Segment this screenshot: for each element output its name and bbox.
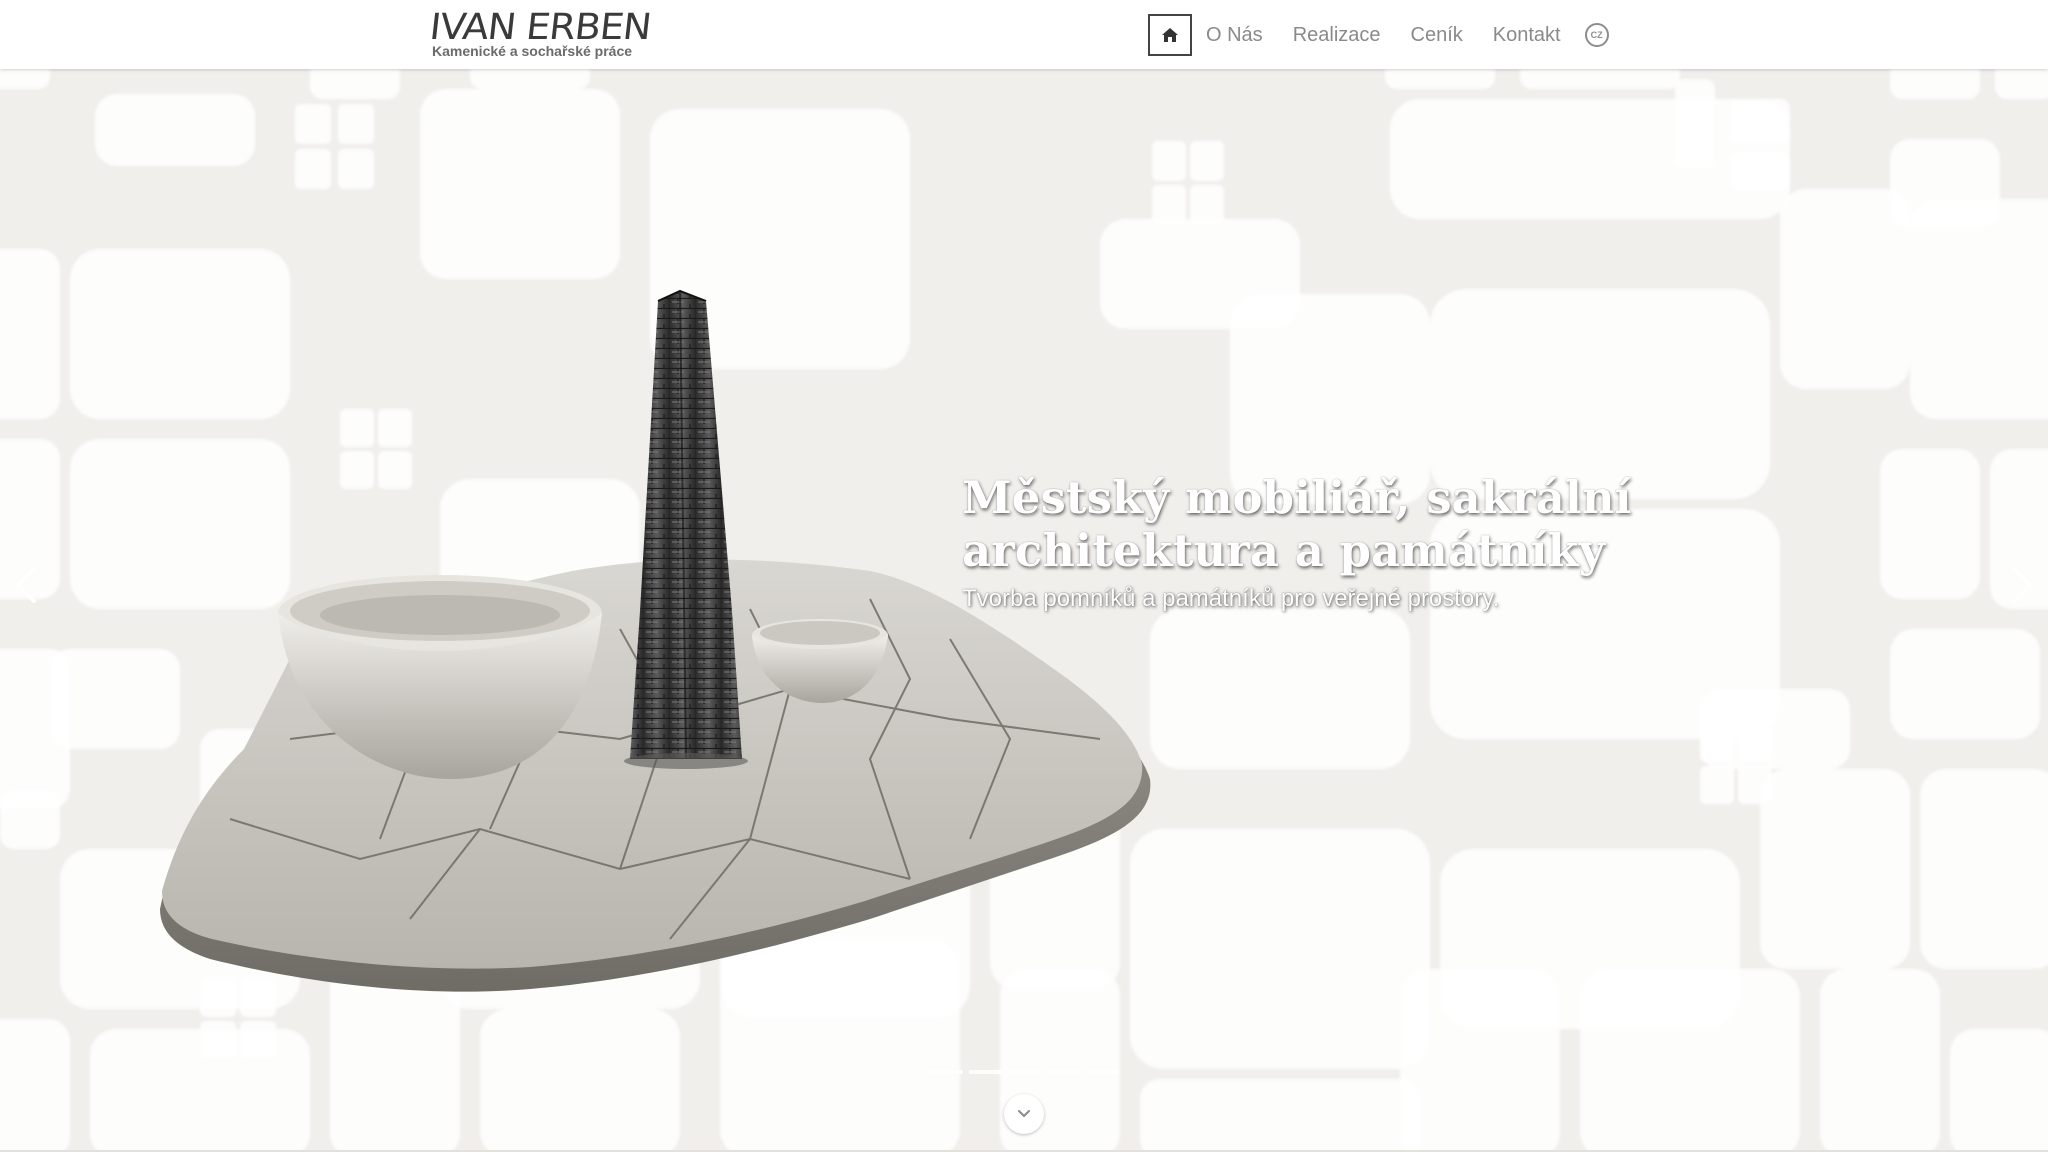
prev-slide-button[interactable] bbox=[6, 555, 46, 615]
nav-item-kontakt[interactable]: Kontakt bbox=[1493, 14, 1561, 56]
nav-home-button[interactable] bbox=[1148, 14, 1192, 56]
slide-indicator-5[interactable] bbox=[1086, 1070, 1119, 1074]
chevron-right-icon bbox=[2012, 567, 2032, 603]
language-switch[interactable]: CZ bbox=[1584, 23, 1609, 47]
home-icon bbox=[1162, 28, 1178, 42]
logo-subtitle: Kamenické a sochařské práce bbox=[432, 43, 633, 59]
slide-indicator-2[interactable] bbox=[969, 1070, 1002, 1074]
slide-indicator-4[interactable] bbox=[1047, 1070, 1080, 1074]
scroll-down-button[interactable] bbox=[1004, 1094, 1044, 1134]
slide-indicator-1[interactable] bbox=[930, 1070, 963, 1074]
slide-indicator-3[interactable] bbox=[1008, 1070, 1041, 1074]
chevron-down-icon bbox=[1018, 1110, 1030, 1117]
slide-title: Městský mobiliář, sakrální architektura … bbox=[962, 471, 1632, 577]
next-slide-button[interactable] bbox=[2002, 555, 2042, 615]
main-nav: O Nás Realizace Ceník Kontakt CZ bbox=[1148, 12, 1609, 58]
logo[interactable]: IVAN ERBEN Kamenické a sochařské práce bbox=[428, 7, 672, 62]
nav-item-cenik[interactable]: Ceník bbox=[1411, 14, 1463, 56]
page: IVAN ERBEN Kamenické a sochařské práce O… bbox=[0, 0, 2048, 1152]
slide-caption: Městský mobiliář, sakrální architektura … bbox=[962, 471, 1662, 613]
logo-title: IVAN ERBEN bbox=[427, 7, 653, 48]
site-header: IVAN ERBEN Kamenické a sochařské práce O… bbox=[0, 0, 2048, 69]
chevron-left-icon bbox=[16, 567, 36, 603]
hero-slider: Městský mobiliář, sakrální architektura … bbox=[0, 69, 2048, 1152]
nav-item-realizace[interactable]: Realizace bbox=[1293, 14, 1381, 56]
slide-indicators bbox=[930, 1070, 1125, 1074]
nav-item-o-nas[interactable]: O Nás bbox=[1206, 14, 1263, 56]
slide-subtitle: Tvorba pomníků a památníků pro veřejné p… bbox=[962, 585, 1500, 612]
